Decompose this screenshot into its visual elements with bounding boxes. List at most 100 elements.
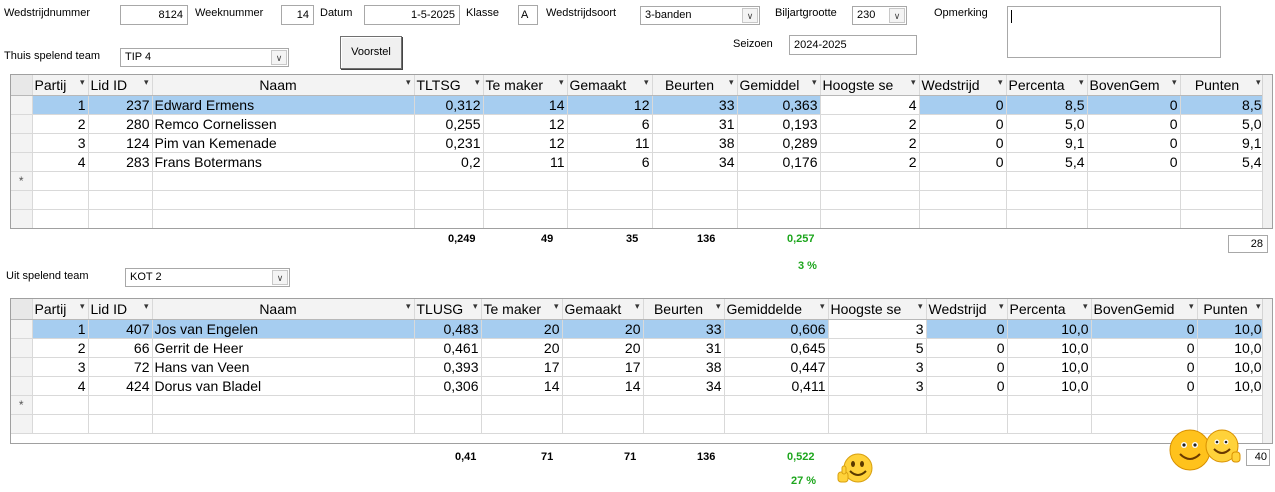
table-cell[interactable]: Hans van Veen [152, 357, 415, 377]
column-header[interactable]: Percenta ▾ [1007, 299, 1092, 320]
table-cell[interactable]: 10,0 [1197, 376, 1265, 396]
chevron-down-icon[interactable]: ∨ [271, 50, 287, 65]
empty-cell[interactable] [724, 414, 829, 434]
table-cell[interactable]: 12 [567, 95, 653, 115]
table-cell[interactable]: 20 [481, 319, 563, 339]
empty-cell[interactable] [828, 395, 927, 415]
column-header[interactable]: TLUSG ▾ [414, 299, 482, 320]
empty-cell[interactable] [483, 209, 568, 228]
column-header[interactable]: Beurten ▾ [652, 75, 738, 96]
table-cell[interactable]: 3 [828, 357, 927, 377]
empty-cell[interactable] [652, 209, 738, 228]
empty-cell[interactable] [1197, 395, 1265, 415]
table-cell[interactable]: 5,0 [1006, 114, 1088, 134]
empty-cell[interactable] [414, 190, 484, 210]
table-cell[interactable]: 11 [567, 133, 653, 153]
table-cell[interactable]: 4 [820, 95, 920, 115]
table-cell[interactable]: 0,255 [414, 114, 484, 134]
table-cell[interactable]: 0,363 [737, 95, 821, 115]
chevron-down-icon[interactable]: ▾ [716, 301, 721, 312]
table-cell[interactable]: 31 [643, 338, 725, 358]
chevron-down-icon[interactable]: ▾ [554, 301, 559, 312]
empty-cell[interactable] [926, 395, 1008, 415]
column-header[interactable]: Te maker ▾ [481, 299, 563, 320]
empty-cell[interactable] [919, 190, 1007, 210]
table-cell[interactable]: 0,193 [737, 114, 821, 134]
column-header[interactable]: Hoogste se ▾ [820, 75, 920, 96]
table-cell[interactable]: 20 [481, 338, 563, 358]
table-cell[interactable]: 20 [562, 338, 644, 358]
table-cell[interactable]: 66 [88, 338, 153, 358]
chevron-down-icon[interactable]: ▾ [644, 77, 649, 88]
empty-cell[interactable] [32, 414, 89, 434]
empty-cell[interactable] [11, 414, 33, 434]
table-cell[interactable]: 9,1 [1006, 133, 1088, 153]
column-header[interactable]: Punten ▾ [1180, 75, 1265, 96]
table-cell[interactable]: 38 [643, 357, 725, 377]
empty-cell[interactable] [643, 395, 725, 415]
table-cell[interactable]: 17 [481, 357, 563, 377]
empty-cell[interactable] [481, 414, 563, 434]
table-cell[interactable]: 0,461 [414, 338, 482, 358]
table-cell[interactable]: 8,5 [1006, 95, 1088, 115]
table-cell[interactable]: 0 [926, 357, 1008, 377]
empty-cell[interactable] [567, 209, 653, 228]
chevron-down-icon[interactable]: ▾ [1256, 301, 1261, 312]
table-cell[interactable]: 0 [1087, 152, 1181, 172]
column-header[interactable]: Gemiddelde ▾ [724, 299, 829, 320]
row-selector[interactable] [11, 338, 33, 358]
table-cell[interactable]: 5,0 [1180, 114, 1265, 134]
empty-cell[interactable] [926, 414, 1008, 434]
klasse-field[interactable]: A [518, 5, 538, 25]
table-cell[interactable]: 3 [828, 376, 927, 396]
column-header[interactable]: Percenta ▾ [1006, 75, 1088, 96]
table-cell[interactable]: Frans Botermans [152, 152, 415, 172]
chevron-down-icon[interactable]: ▾ [80, 301, 85, 312]
table-row[interactable]: 2 280 Remco Cornelissen 0,255 12 6 31 0,… [11, 114, 1265, 134]
table-cell[interactable]: 0 [1091, 376, 1198, 396]
chevron-down-icon[interactable]: ∨ [272, 270, 288, 285]
empty-cell[interactable] [152, 209, 415, 228]
empty-cell[interactable] [1180, 190, 1265, 210]
uit-team-select[interactable]: KOT 2 ∨ [125, 268, 290, 287]
empty-cell[interactable] [483, 190, 568, 210]
table-cell[interactable]: 0 [919, 133, 1007, 153]
empty-cell[interactable] [562, 395, 644, 415]
column-header[interactable]: Wedstrijd ▾ [919, 75, 1007, 96]
table-row[interactable]: 3 72 Hans van Veen 0,393 17 17 38 0,447 … [11, 357, 1265, 377]
table-cell[interactable]: 1 [32, 95, 89, 115]
empty-cell[interactable] [414, 395, 482, 415]
table-row[interactable]: 3 124 Pim van Kemenade 0,231 12 11 38 0,… [11, 133, 1265, 153]
table-cell[interactable]: 10,0 [1007, 319, 1092, 339]
table-cell[interactable]: 14 [483, 95, 568, 115]
empty-cell[interactable] [1180, 209, 1265, 228]
table-cell[interactable]: 0 [926, 319, 1008, 339]
table-cell[interactable]: Gerrit de Heer [152, 338, 415, 358]
empty-cell[interactable] [483, 171, 568, 191]
empty-cell[interactable] [414, 171, 484, 191]
table-cell[interactable]: 6 [567, 114, 653, 134]
empty-cell[interactable] [919, 171, 1007, 191]
table-cell[interactable]: Pim van Kemenade [152, 133, 415, 153]
chevron-down-icon[interactable]: ▾ [406, 301, 411, 312]
empty-cell[interactable] [1006, 209, 1088, 228]
table-cell[interactable]: 0,645 [724, 338, 829, 358]
table-cell[interactable]: 2 [32, 114, 89, 134]
empty-cell[interactable] [737, 209, 821, 228]
table-cell[interactable]: 407 [88, 319, 153, 339]
table-cell[interactable]: 12 [483, 114, 568, 134]
table-row[interactable]: 1 407 Jos van Engelen 0,483 20 20 33 0,6… [11, 319, 1265, 339]
table-cell[interactable]: 0,447 [724, 357, 829, 377]
table-cell[interactable]: 0,289 [737, 133, 821, 153]
empty-cell[interactable] [652, 190, 738, 210]
empty-cell[interactable] [1006, 171, 1088, 191]
empty-cell[interactable] [1006, 190, 1088, 210]
grid-corner[interactable] [11, 75, 33, 96]
table-cell[interactable]: 0 [919, 114, 1007, 134]
table-cell[interactable]: 14 [562, 376, 644, 396]
column-header[interactable]: Naam ▾ [152, 299, 415, 320]
datum-field[interactable]: 1-5-2025 [364, 5, 460, 25]
empty-cell[interactable] [11, 190, 33, 210]
table-cell[interactable]: 0 [926, 338, 1008, 358]
table-cell[interactable]: 0,231 [414, 133, 484, 153]
